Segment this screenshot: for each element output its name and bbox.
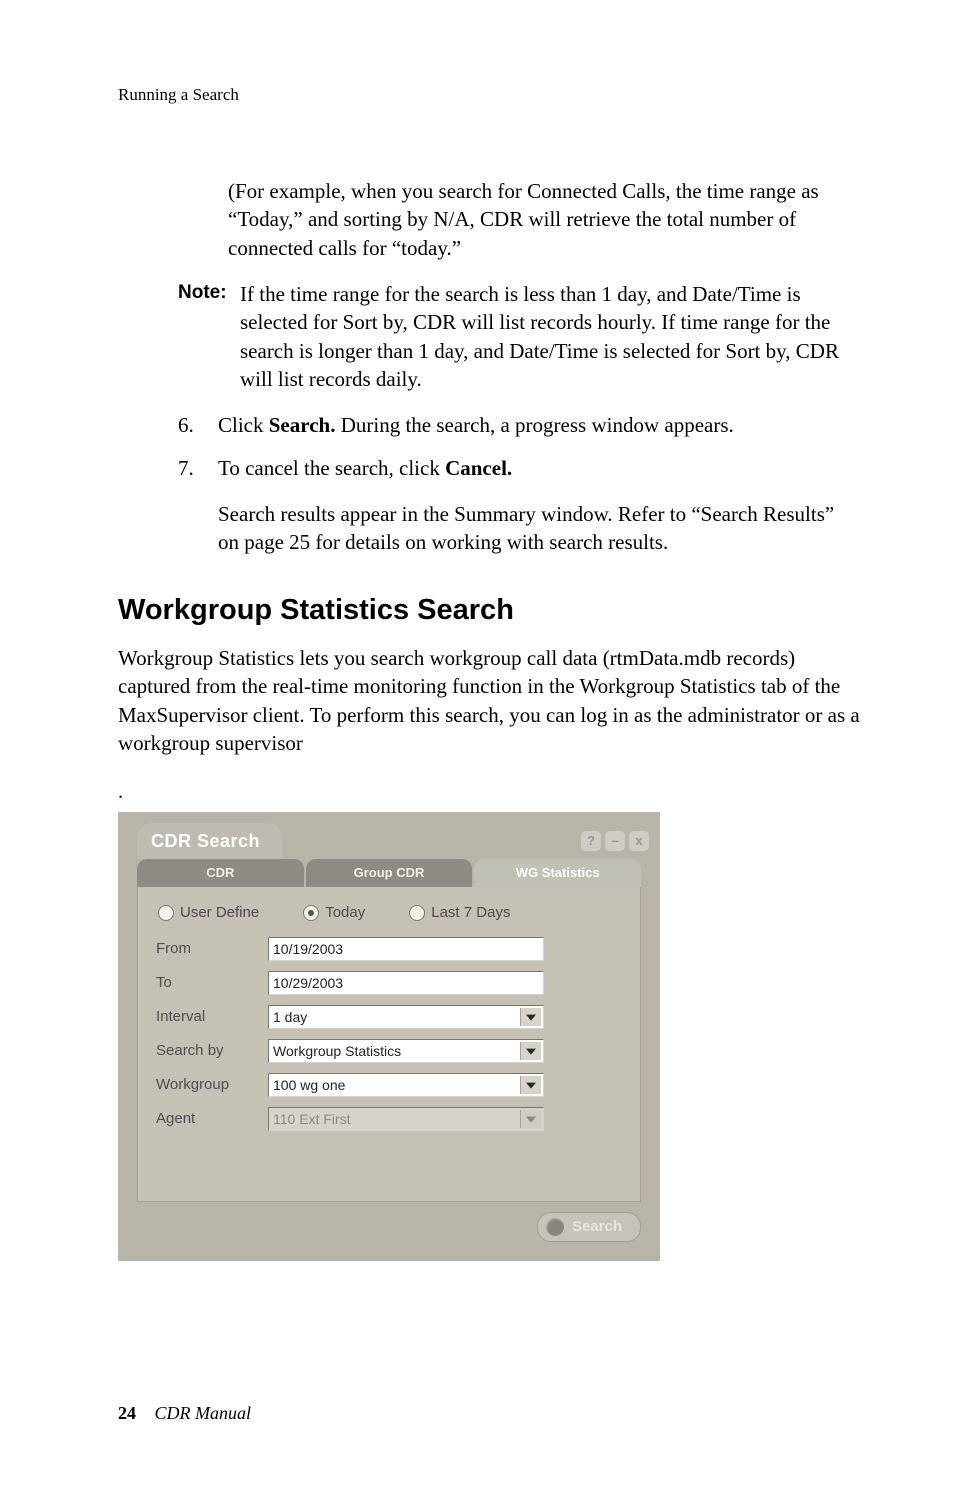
searchby-select[interactable]: Workgroup Statistics	[268, 1039, 544, 1063]
radio-dot	[158, 905, 174, 921]
help-button[interactable]: ?	[581, 831, 601, 851]
note-body: If the time range for the search is less…	[240, 280, 864, 393]
from-field[interactable]: 10/19/2003	[268, 937, 544, 961]
chevron-down-icon	[526, 1049, 536, 1055]
step-text: Click Search. During the search, a progr…	[218, 411, 864, 439]
agent-select: 110 Ext First	[268, 1107, 544, 1131]
chevron-down-icon	[526, 1015, 536, 1021]
search-button-label: Search	[572, 1217, 622, 1237]
radio-last-7-days[interactable]: Last 7 Days	[409, 903, 510, 923]
window-title: CDR Search	[137, 823, 282, 859]
running-head: Running a Search	[118, 84, 864, 107]
step-post: During the search, a progress window app…	[335, 413, 733, 437]
step-bold: Cancel.	[445, 456, 512, 480]
footer-title: CDR Manual	[155, 1403, 252, 1423]
chevron-down-icon	[526, 1083, 536, 1089]
tab-bar: CDR Group CDR WG Statistics	[137, 859, 641, 887]
to-field[interactable]: 10/29/2003	[268, 971, 544, 995]
radio-label: Last 7 Days	[431, 903, 510, 923]
radio-today[interactable]: Today	[303, 903, 365, 923]
step-bold: Search.	[269, 413, 336, 437]
workgroup-value: 100 wg one	[273, 1076, 345, 1095]
searchby-label: Search by	[156, 1041, 268, 1061]
trailing-period: .	[118, 777, 864, 805]
workgroup-select[interactable]: 100 wg one	[268, 1073, 544, 1097]
tab-cdr[interactable]: CDR	[137, 859, 304, 887]
tab-wg-statistics[interactable]: WG Statistics	[474, 859, 641, 887]
tab-group-cdr[interactable]: Group CDR	[306, 859, 473, 887]
section-para: Workgroup Statistics lets you search wor…	[118, 644, 864, 757]
to-value: 10/29/2003	[273, 974, 343, 993]
chevron-down-icon	[526, 1117, 536, 1123]
search-button[interactable]: Search	[537, 1212, 641, 1242]
step-pre: Click	[218, 413, 269, 437]
interval-select[interactable]: 1 day	[268, 1005, 544, 1029]
window-title-tab: CDR Search	[137, 823, 282, 859]
from-label: From	[156, 939, 268, 959]
note-label: Note:	[178, 280, 240, 393]
step-text: To cancel the search, click Cancel.	[218, 454, 864, 482]
agent-value: 110 Ext First	[273, 1110, 351, 1129]
radio-label: Today	[325, 903, 365, 923]
radio-dot	[409, 905, 425, 921]
after-steps-para: Search results appear in the Summary win…	[218, 500, 854, 557]
step-pre: To cancel the search, click	[218, 456, 445, 480]
searchby-value: Workgroup Statistics	[273, 1042, 401, 1061]
section-heading: Workgroup Statistics Search	[118, 591, 864, 630]
close-button[interactable]: x	[629, 831, 649, 851]
step-number: 7.	[178, 454, 218, 482]
minimize-button[interactable]: –	[605, 831, 625, 851]
cdr-search-window: CDR Search ? – x CDR Group CDR WG Statis…	[118, 812, 660, 1262]
interval-label: Interval	[156, 1007, 268, 1027]
search-panel: User Define Today Last 7 Days From 10/19…	[137, 887, 641, 1202]
interval-value: 1 day	[273, 1008, 307, 1027]
from-value: 10/19/2003	[273, 940, 343, 959]
workgroup-label: Workgroup	[156, 1075, 268, 1095]
search-button-icon	[546, 1218, 564, 1236]
intro-para: (For example, when you search for Connec…	[228, 177, 854, 262]
agent-label: Agent	[156, 1109, 268, 1129]
page-footer: 24 CDR Manual	[118, 1401, 864, 1425]
radio-label: User Define	[180, 903, 259, 923]
radio-user-define[interactable]: User Define	[158, 903, 259, 923]
page-number: 24	[118, 1403, 136, 1423]
step-number: 6.	[178, 411, 218, 439]
to-label: To	[156, 973, 268, 993]
radio-dot	[303, 905, 319, 921]
